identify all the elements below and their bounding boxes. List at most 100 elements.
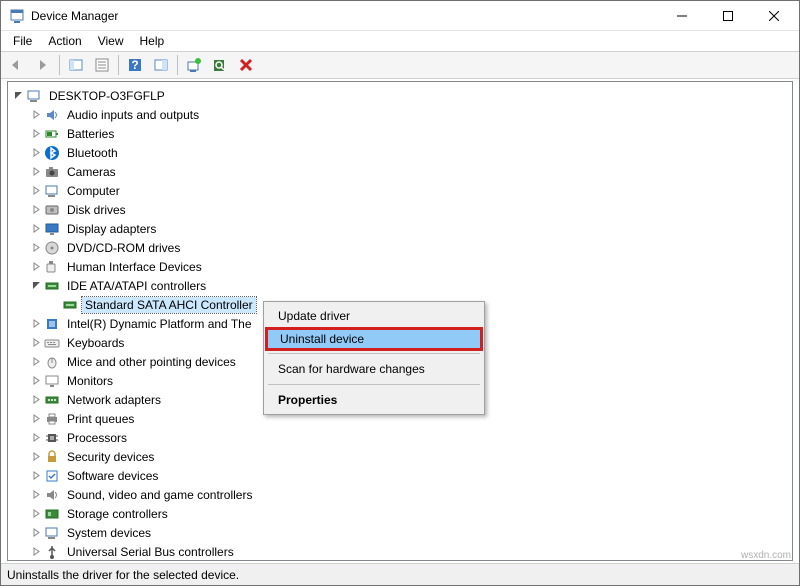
category-computer[interactable]: Computer xyxy=(28,181,792,200)
menu-view[interactable]: View xyxy=(90,32,132,50)
expand-icon[interactable] xyxy=(28,528,44,537)
category-label: Security devices xyxy=(64,449,157,465)
window-title: Device Manager xyxy=(31,9,659,23)
ctx-uninstall-device[interactable]: Uninstall device xyxy=(265,327,483,351)
printer-icon xyxy=(44,411,60,427)
category-label: DVD/CD-ROM drives xyxy=(64,240,183,256)
expand-icon[interactable] xyxy=(28,224,44,233)
ctx-update-driver[interactable]: Update driver xyxy=(266,304,482,328)
root-node[interactable]: DESKTOP-O3FGFLP xyxy=(10,86,792,105)
category-cpu[interactable]: Processors xyxy=(28,428,792,447)
storage-icon xyxy=(44,506,60,522)
help-button[interactable]: ? xyxy=(123,53,147,77)
expand-icon[interactable] xyxy=(28,338,44,347)
category-label: Mice and other pointing devices xyxy=(64,354,239,370)
category-security[interactable]: Security devices xyxy=(28,447,792,466)
display-icon xyxy=(44,221,60,237)
category-bluetooth[interactable]: Bluetooth xyxy=(28,143,792,162)
category-sound[interactable]: Sound, video and game controllers xyxy=(28,485,792,504)
expand-icon[interactable] xyxy=(28,395,44,404)
category-hid[interactable]: Human Interface Devices xyxy=(28,257,792,276)
category-label: Processors xyxy=(64,430,130,446)
expand-icon[interactable] xyxy=(28,186,44,195)
ctx-properties[interactable]: Properties xyxy=(266,388,482,412)
context-menu: Update driver Uninstall device Scan for … xyxy=(263,301,485,415)
category-label: System devices xyxy=(64,525,154,541)
expand-icon[interactable] xyxy=(28,357,44,366)
ide-icon xyxy=(62,297,78,313)
expand-icon[interactable] xyxy=(28,262,44,271)
expand-icon[interactable] xyxy=(28,471,44,480)
menu-file[interactable]: File xyxy=(5,32,40,50)
expand-icon[interactable] xyxy=(28,148,44,157)
status-bar: Uninstalls the driver for the selected d… xyxy=(1,563,799,585)
expand-icon[interactable] xyxy=(28,509,44,518)
show-hide-console-tree-button[interactable] xyxy=(64,53,88,77)
category-label: Display adapters xyxy=(64,221,159,237)
maximize-button[interactable] xyxy=(705,1,751,30)
expand-icon[interactable] xyxy=(28,319,44,328)
category-battery[interactable]: Batteries xyxy=(28,124,792,143)
update-driver-button[interactable] xyxy=(182,53,206,77)
toolbar-separator xyxy=(177,55,178,75)
usb-icon xyxy=(44,544,60,560)
expand-icon[interactable] xyxy=(28,547,44,556)
category-camera[interactable]: Cameras xyxy=(28,162,792,181)
camera-icon xyxy=(44,164,60,180)
minimize-button[interactable] xyxy=(659,1,705,30)
expand-icon[interactable] xyxy=(28,433,44,442)
category-software[interactable]: Software devices xyxy=(28,466,792,485)
forward-button[interactable] xyxy=(31,53,55,77)
ctx-separator xyxy=(268,353,480,354)
uninstall-device-button[interactable] xyxy=(234,53,258,77)
expand-icon[interactable] xyxy=(28,205,44,214)
dvd-icon xyxy=(44,240,60,256)
expand-icon[interactable] xyxy=(28,129,44,138)
expand-icon[interactable] xyxy=(28,490,44,499)
category-display[interactable]: Display adapters xyxy=(28,219,792,238)
category-dvd[interactable]: DVD/CD-ROM drives xyxy=(28,238,792,257)
menu-action[interactable]: Action xyxy=(40,32,89,50)
category-label: Human Interface Devices xyxy=(64,259,205,275)
category-usb[interactable]: Universal Serial Bus controllers xyxy=(28,542,792,561)
toolbar-separator xyxy=(59,55,60,75)
category-audio[interactable]: Audio inputs and outputs xyxy=(28,105,792,124)
expand-icon[interactable] xyxy=(28,167,44,176)
battery-icon xyxy=(44,126,60,142)
toolbar: ? xyxy=(1,51,799,79)
keyboard-icon xyxy=(44,335,60,351)
status-text: Uninstalls the driver for the selected d… xyxy=(7,568,239,582)
watermark: wsxdn.com xyxy=(741,550,791,561)
collapse-icon[interactable] xyxy=(10,91,26,100)
category-disk[interactable]: Disk drives xyxy=(28,200,792,219)
category-storage[interactable]: Storage controllers xyxy=(28,504,792,523)
expand-icon[interactable] xyxy=(28,243,44,252)
device-label: Standard SATA AHCI Controller xyxy=(82,297,256,313)
ctx-scan-hardware[interactable]: Scan for hardware changes xyxy=(266,357,482,381)
category-label: Computer xyxy=(64,183,123,199)
expand-icon[interactable] xyxy=(28,110,44,119)
expand-icon[interactable] xyxy=(28,414,44,423)
scan-hardware-button[interactable] xyxy=(208,53,232,77)
monitor-icon xyxy=(44,373,60,389)
security-icon xyxy=(44,449,60,465)
category-label: Batteries xyxy=(64,126,117,142)
collapse-icon[interactable] xyxy=(28,281,44,290)
close-button[interactable] xyxy=(751,1,797,30)
properties-button[interactable] xyxy=(90,53,114,77)
system-icon xyxy=(44,525,60,541)
category-system[interactable]: System devices xyxy=(28,523,792,542)
expand-icon[interactable] xyxy=(28,376,44,385)
menu-bar: File Action View Help xyxy=(1,31,799,51)
app-icon xyxy=(9,8,25,24)
category-ide[interactable]: IDE ATA/ATAPI controllers xyxy=(28,276,792,295)
toolbar-separator xyxy=(118,55,119,75)
category-label: Intel(R) Dynamic Platform and The xyxy=(64,316,255,332)
back-button[interactable] xyxy=(5,53,29,77)
category-label: Network adapters xyxy=(64,392,164,408)
category-label: Storage controllers xyxy=(64,506,171,522)
action-pane-button[interactable] xyxy=(149,53,173,77)
device-manager-window: Device Manager File Action View Help ? xyxy=(0,0,800,586)
menu-help[interactable]: Help xyxy=(132,32,173,50)
expand-icon[interactable] xyxy=(28,452,44,461)
